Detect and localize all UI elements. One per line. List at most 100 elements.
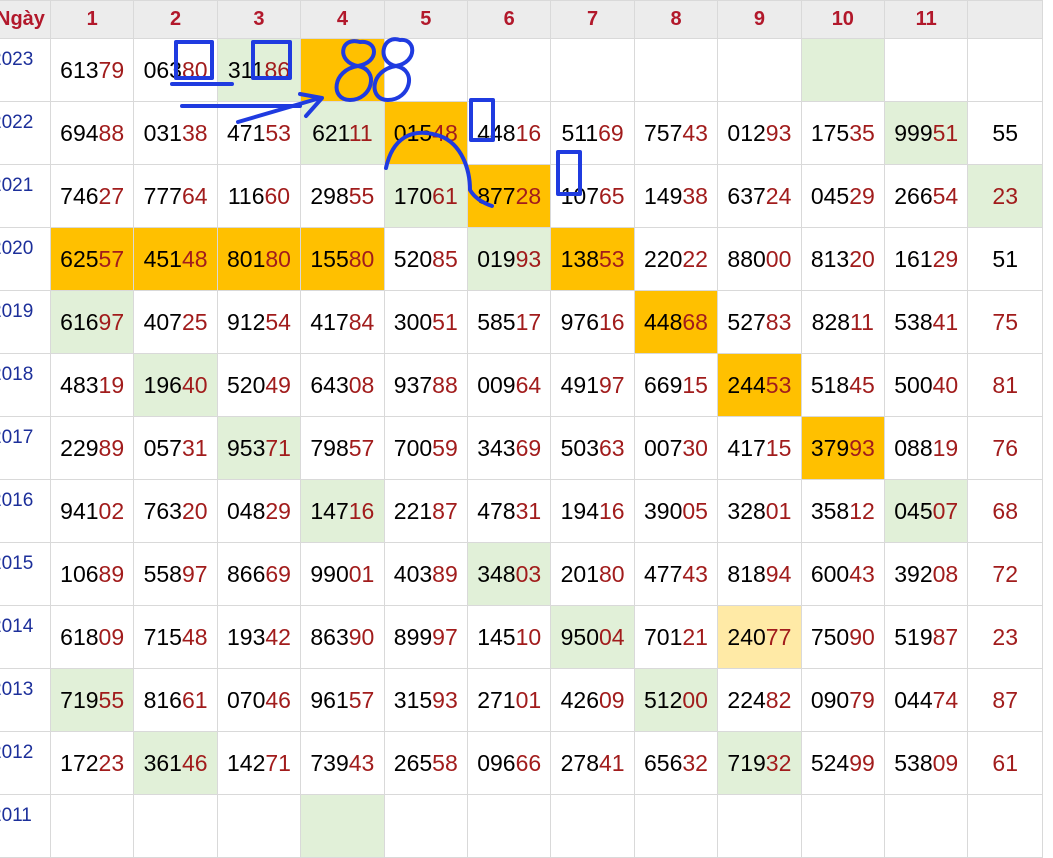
result-cell[interactable] [49, 794, 135, 858]
result-cell[interactable]: 35812 [800, 479, 886, 543]
result-cell[interactable]: 37993 [800, 416, 886, 480]
column-header[interactable]: 2 [133, 0, 218, 39]
day-column-header[interactable]: Ngày [0, 0, 51, 39]
result-cell[interactable]: 23 [967, 605, 1043, 669]
result-cell[interactable]: 68 [967, 479, 1043, 543]
result-cell[interactable] [717, 794, 802, 858]
result-cell[interactable]: 10765 [550, 164, 635, 228]
result-cell[interactable]: 16129 [884, 227, 969, 291]
column-header[interactable]: 7 [550, 0, 635, 39]
result-cell[interactable]: 52049 [216, 353, 302, 417]
result-cell[interactable]: 41715 [717, 416, 802, 480]
result-cell[interactable]: 91254 [216, 290, 302, 354]
result-cell[interactable]: 11660 [216, 164, 302, 228]
result-cell[interactable]: 30051 [383, 290, 468, 354]
result-cell[interactable]: 95004 [550, 605, 635, 669]
result-cell[interactable]: 23 [967, 164, 1043, 228]
result-cell[interactable]: 80180 [216, 227, 302, 291]
result-cell[interactable]: 04474 [884, 668, 969, 732]
result-cell[interactable]: 04829 [216, 479, 302, 543]
column-header[interactable] [967, 0, 1043, 39]
result-cell[interactable]: 49197 [550, 353, 635, 417]
result-cell[interactable] [800, 794, 886, 858]
result-cell[interactable]: 63724 [717, 164, 802, 228]
result-cell[interactable]: 47831 [466, 479, 552, 543]
result-cell[interactable] [800, 38, 886, 102]
result-cell[interactable]: 52499 [800, 731, 886, 795]
result-cell[interactable]: 31593 [383, 668, 468, 732]
result-cell[interactable]: 81 [967, 353, 1043, 417]
result-cell[interactable]: 48319 [49, 353, 135, 417]
result-cell[interactable]: 15580 [300, 227, 385, 291]
result-cell[interactable] [466, 794, 552, 858]
result-cell[interactable]: 34803 [466, 542, 552, 606]
result-cell[interactable]: 00730 [633, 416, 719, 480]
result-cell[interactable]: 03138 [133, 101, 218, 165]
result-cell[interactable]: 99951 [884, 101, 969, 165]
result-cell[interactable]: 39208 [884, 542, 969, 606]
result-cell[interactable]: 95371 [216, 416, 302, 480]
result-cell[interactable]: 76 [967, 416, 1043, 480]
result-cell[interactable]: 01293 [717, 101, 802, 165]
result-cell[interactable]: 31186 [216, 38, 302, 102]
result-cell[interactable]: 65632 [633, 731, 719, 795]
result-cell[interactable]: 45148 [133, 227, 218, 291]
result-cell[interactable]: 87 [967, 668, 1043, 732]
result-cell[interactable] [300, 794, 385, 858]
result-cell[interactable]: 44816 [466, 101, 552, 165]
result-cell[interactable]: 04529 [800, 164, 886, 228]
column-header[interactable]: 8 [633, 0, 719, 39]
result-cell[interactable]: 64308 [300, 353, 385, 417]
result-cell[interactable]: 81661 [133, 668, 218, 732]
result-cell[interactable]: 71548 [133, 605, 218, 669]
result-cell[interactable]: 22022 [633, 227, 719, 291]
result-cell[interactable]: 24453 [717, 353, 802, 417]
result-cell[interactable]: 96157 [300, 668, 385, 732]
result-cell[interactable]: 55897 [133, 542, 218, 606]
result-cell[interactable]: 10689 [49, 542, 135, 606]
result-cell[interactable]: 19342 [216, 605, 302, 669]
column-header[interactable]: 9 [717, 0, 802, 39]
result-cell[interactable]: 22482 [717, 668, 802, 732]
result-cell[interactable]: 42609 [550, 668, 635, 732]
result-cell[interactable]: 94102 [49, 479, 135, 543]
result-cell[interactable]: 81894 [717, 542, 802, 606]
result-cell[interactable]: 52085 [383, 227, 468, 291]
column-header[interactable]: 5 [383, 0, 468, 39]
result-cell[interactable] [633, 38, 719, 102]
result-cell[interactable] [717, 38, 802, 102]
result-cell[interactable]: 51845 [800, 353, 886, 417]
result-cell[interactable]: 00964 [466, 353, 552, 417]
result-cell[interactable]: 22989 [49, 416, 135, 480]
result-cell[interactable]: 17535 [800, 101, 886, 165]
result-cell[interactable]: 69488 [49, 101, 135, 165]
result-cell[interactable]: 40389 [383, 542, 468, 606]
result-cell[interactable]: 72 [967, 542, 1043, 606]
result-cell[interactable] [967, 38, 1043, 102]
result-cell[interactable]: 89997 [383, 605, 468, 669]
result-cell[interactable] [216, 794, 302, 858]
result-cell[interactable]: 27101 [466, 668, 552, 732]
result-cell[interactable]: 19416 [550, 479, 635, 543]
result-cell[interactable] [884, 38, 969, 102]
result-cell[interactable]: 58517 [466, 290, 552, 354]
result-cell[interactable]: 17223 [49, 731, 135, 795]
result-cell[interactable]: 14716 [300, 479, 385, 543]
result-cell[interactable]: 55 [967, 101, 1043, 165]
result-cell[interactable]: 14510 [466, 605, 552, 669]
result-cell[interactable]: 75 [967, 290, 1043, 354]
column-header[interactable]: 4 [300, 0, 385, 39]
result-cell[interactable]: 26654 [884, 164, 969, 228]
result-cell[interactable]: 87728 [466, 164, 552, 228]
result-cell[interactable]: 44868 [633, 290, 719, 354]
result-cell[interactable]: 47153 [216, 101, 302, 165]
result-cell[interactable]: 75090 [800, 605, 886, 669]
result-cell[interactable]: 14938 [633, 164, 719, 228]
result-cell[interactable]: 41784 [300, 290, 385, 354]
result-cell[interactable]: 61379 [49, 38, 135, 102]
result-cell[interactable] [967, 794, 1043, 858]
result-cell[interactable]: 70121 [633, 605, 719, 669]
result-cell[interactable]: 88000 [717, 227, 802, 291]
result-cell[interactable] [884, 794, 969, 858]
result-cell[interactable]: 86669 [216, 542, 302, 606]
